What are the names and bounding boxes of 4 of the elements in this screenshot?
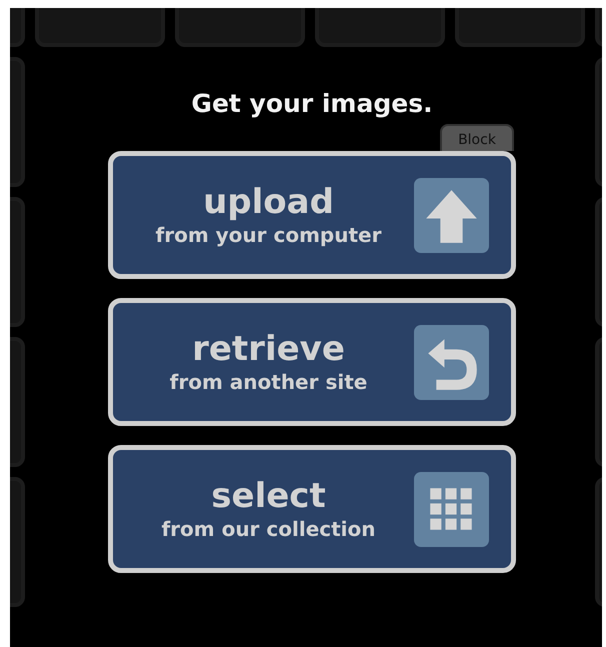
option-button[interactable]: select from our collection <box>108 445 516 573</box>
option-button[interactable]: upload from your computer <box>108 151 516 279</box>
heading: Get your images. <box>191 89 433 119</box>
option-button[interactable]: retrieve from another site <box>108 298 516 426</box>
